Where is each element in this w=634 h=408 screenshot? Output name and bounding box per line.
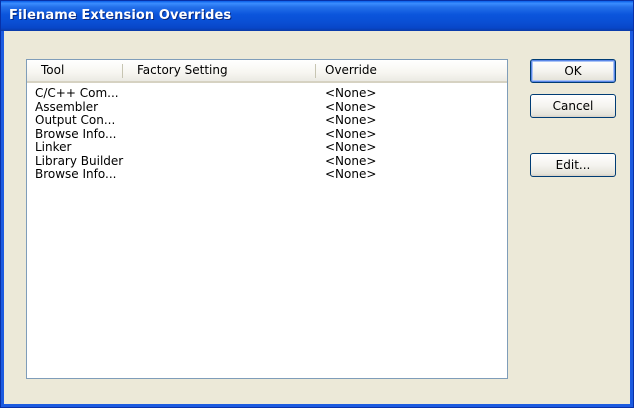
cancel-button[interactable]: Cancel: [530, 94, 616, 118]
tool-cell: Assembler: [35, 100, 99, 114]
dialog-title: Filename Extension Overrides: [9, 8, 232, 23]
window-border-right: [630, 31, 633, 407]
ok-button[interactable]: OK: [530, 59, 616, 83]
list-row[interactable]: Assembler <None>: [27, 101, 507, 115]
tool-cell: Browse Info...: [35, 127, 117, 141]
override-cell: <None>: [325, 154, 377, 168]
list-row[interactable]: Browse Info... <None>: [27, 128, 507, 142]
list-row[interactable]: Browse Info... <None>: [27, 168, 507, 182]
list-row[interactable]: Output Con... <None>: [27, 114, 507, 128]
tool-cell: C/C++ Com...: [35, 87, 119, 100]
tool-cell: Library Builder: [35, 154, 124, 168]
override-cell: <None>: [325, 114, 377, 127]
window-border-bottom: [1, 404, 633, 407]
override-cell: <None>: [325, 100, 377, 114]
title-bar[interactable]: Filename Extension Overrides: [1, 1, 633, 31]
list-row[interactable]: C/C++ Com... <None>: [27, 87, 507, 101]
list-header: Tool Factory Setting Override: [27, 60, 507, 83]
list-rows: C/C++ Com... <None> Assembler <None> Output …: [27, 87, 507, 182]
override-cell: <None>: [325, 87, 377, 100]
dialog-window: Filename Extension Overrides Tool Factor…: [0, 0, 634, 408]
overrides-list[interactable]: Tool Factory Setting Override C/C++ Com.…: [26, 59, 508, 379]
column-header-override[interactable]: Override: [325, 60, 495, 81]
window-border-left: [1, 31, 4, 407]
list-row[interactable]: Library Builder <None>: [27, 155, 507, 169]
tool-cell: Output Con...: [35, 114, 116, 127]
column-header-tool[interactable]: Tool: [41, 60, 121, 81]
list-row[interactable]: Linker <None>: [27, 141, 507, 155]
column-separator[interactable]: [315, 64, 316, 78]
column-header-factory-setting[interactable]: Factory Setting: [137, 60, 317, 81]
tool-cell: Linker: [35, 141, 72, 154]
override-cell: <None>: [325, 141, 377, 154]
edit-button[interactable]: Edit...: [530, 153, 616, 177]
tool-cell: Browse Info...: [35, 168, 117, 181]
override-cell: <None>: [325, 127, 377, 141]
column-separator[interactable]: [122, 64, 123, 78]
override-cell: <None>: [325, 168, 377, 181]
